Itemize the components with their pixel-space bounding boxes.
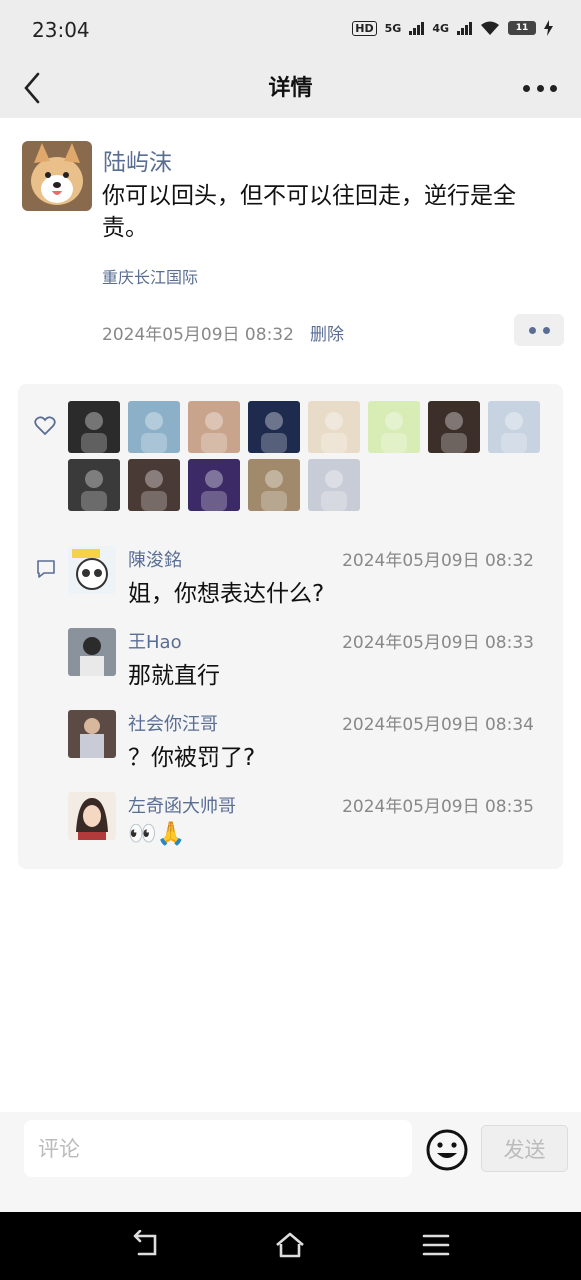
liker-avatar[interactable]	[248, 459, 300, 511]
commenter-avatar[interactable]	[68, 710, 116, 758]
liker-avatar[interactable]	[488, 401, 540, 453]
commenter-avatar[interactable]	[68, 546, 116, 594]
emoji-icon[interactable]	[425, 1128, 469, 1172]
comment-item[interactable]: 左奇函大帅哥 2024年05月09日 08:35 👀🙏	[68, 792, 548, 862]
post-author-name[interactable]: 陆屿沫	[103, 143, 172, 177]
net-4g-label: 4G	[432, 21, 449, 35]
signal-icon	[457, 21, 472, 35]
comment-item[interactable]: 王Hao 2024年05月09日 08:33 那就直行	[68, 628, 548, 698]
commenter-avatar[interactable]	[68, 628, 116, 676]
liker-avatar[interactable]	[308, 401, 360, 453]
comment-time: 2024年05月09日 08:35	[342, 797, 534, 817]
status-time: 23:04	[32, 18, 90, 42]
comment-text: 姐，你想表达什么?	[128, 581, 325, 607]
heart-icon	[34, 416, 56, 436]
post-author-avatar[interactable]	[22, 141, 92, 211]
liker-avatar[interactable]	[368, 401, 420, 453]
hd-icon: HD	[352, 20, 377, 36]
comment-time: 2024年05月09日 08:32	[342, 551, 534, 571]
liker-avatar[interactable]	[248, 401, 300, 453]
comment-text: 👀🙏	[128, 821, 186, 847]
commenter-avatar[interactable]	[68, 792, 116, 840]
comment-item[interactable]: 社会你汪哥 2024年05月09日 08:34 ？你被罚了?	[68, 710, 548, 780]
commenter-name[interactable]: 陳浚銘	[128, 546, 182, 572]
comment-time: 2024年05月09日 08:33	[342, 633, 534, 653]
post-timestamp: 2024年05月09日 08:32	[102, 325, 294, 345]
liker-avatar[interactable]	[128, 401, 180, 453]
back-nav-icon[interactable]	[131, 1230, 161, 1260]
liker-avatar[interactable]	[188, 401, 240, 453]
like-comment-action-button[interactable]	[514, 314, 564, 346]
status-bar: 23:04 HD 5G 4G 11	[0, 0, 581, 60]
liker-avatar[interactable]	[428, 401, 480, 453]
comment-text: ？你被罚了?	[128, 745, 256, 771]
commenter-name[interactable]: 社会你汪哥	[128, 710, 218, 736]
wifi-icon	[481, 21, 499, 35]
comment-input[interactable]	[24, 1120, 412, 1177]
post-location[interactable]: 重庆长江国际	[102, 264, 198, 288]
comment-icon	[37, 560, 55, 578]
commenter-name[interactable]: 左奇函大帅哥	[128, 792, 236, 818]
liker-avatar[interactable]	[188, 459, 240, 511]
post-content: 你可以回头，但不可以往回走，逆行是全责。	[102, 183, 516, 241]
liker-avatar[interactable]	[68, 459, 120, 511]
page-title: 详情	[268, 76, 313, 101]
liker-avatar[interactable]	[128, 459, 180, 511]
comment-time: 2024年05月09日 08:34	[342, 715, 534, 735]
menu-nav-icon[interactable]	[421, 1230, 451, 1260]
comment-input-bar: 发送	[0, 1112, 581, 1212]
interaction-panel: 陳浚銘 2024年05月09日 08:32 姐，你想表达什么? 王Hao 202…	[18, 384, 563, 869]
comment-item[interactable]: 陳浚銘 2024年05月09日 08:32 姐，你想表达什么?	[68, 546, 548, 616]
send-button[interactable]: 发送	[481, 1125, 568, 1172]
delete-button[interactable]: 删除	[310, 320, 344, 345]
charging-icon	[544, 20, 553, 36]
status-icons: HD 5G 4G 11	[352, 20, 553, 36]
comment-text: 那就直行	[128, 663, 220, 689]
commenter-name[interactable]: 王Hao	[128, 628, 182, 654]
signal-icon	[409, 21, 425, 35]
liker-avatar[interactable]	[308, 459, 360, 511]
home-nav-icon[interactable]	[275, 1230, 305, 1260]
net-5g-label: 5G	[384, 21, 402, 35]
battery-icon: 11	[508, 21, 536, 35]
system-navigation-bar	[0, 1212, 581, 1280]
liker-avatar[interactable]	[68, 401, 120, 453]
